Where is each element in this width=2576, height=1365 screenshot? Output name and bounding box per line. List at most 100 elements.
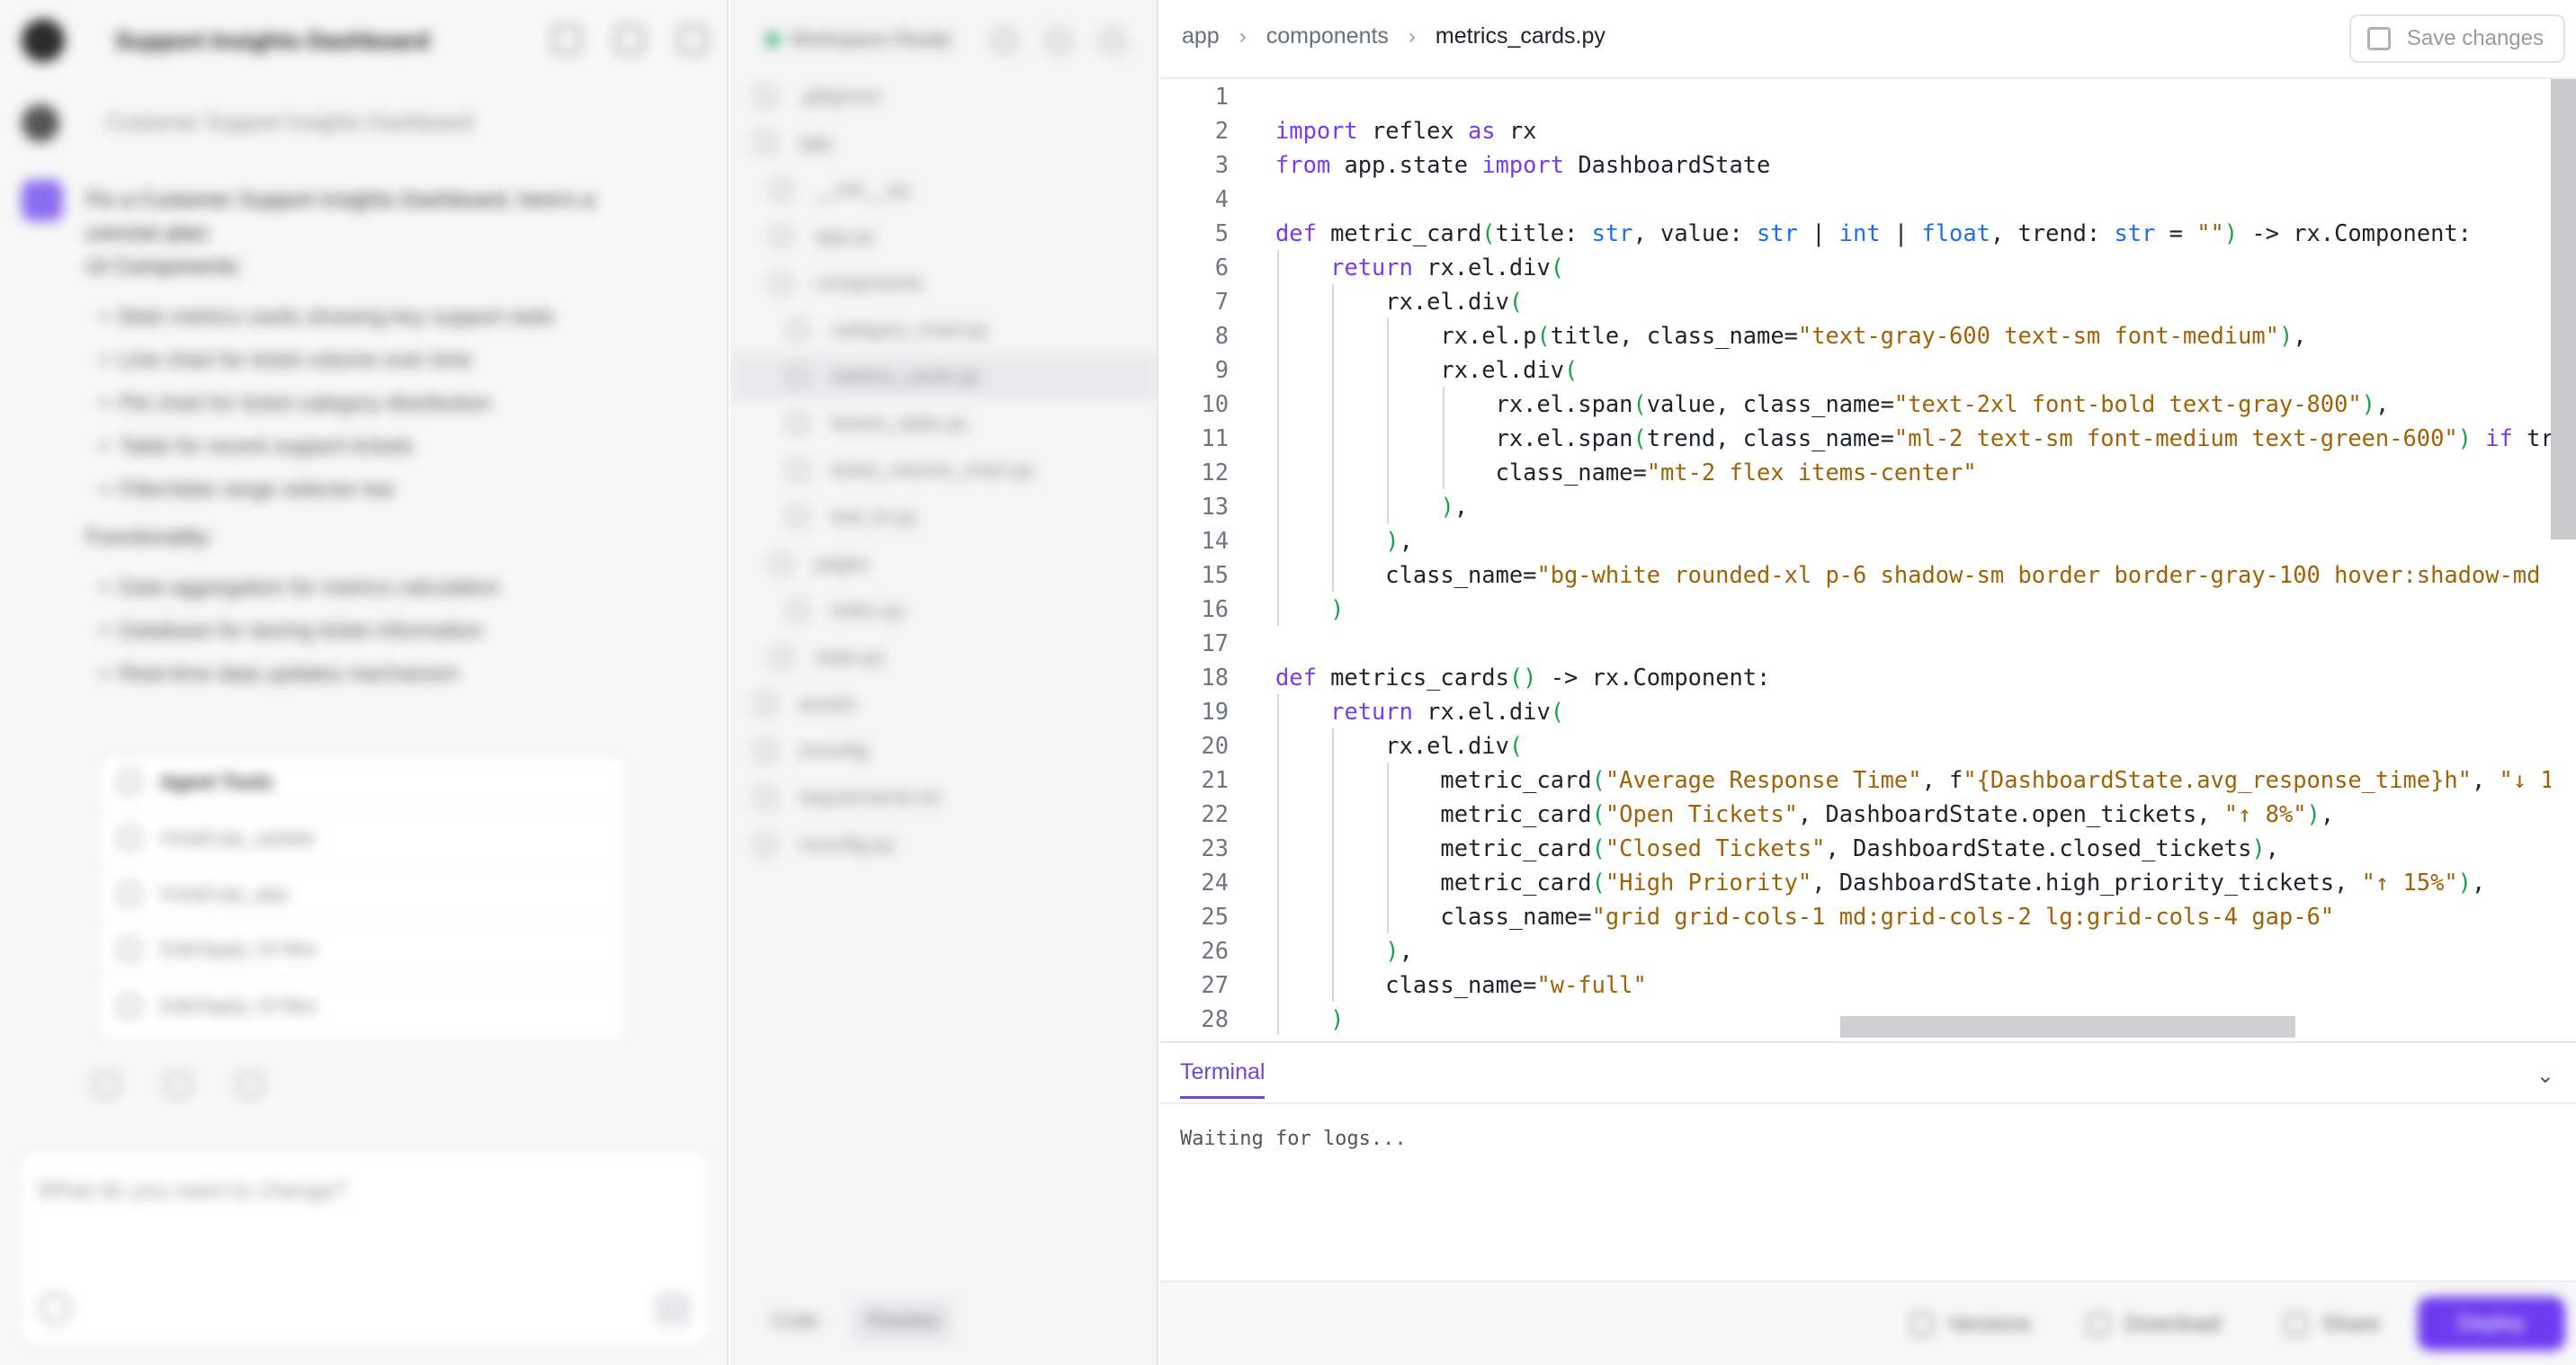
breadcrumb-item[interactable]: app [1182,23,1220,49]
tree-item-label: index.py [831,599,905,621]
tree-item-label: ticket_volume_chart.py [831,459,1033,481]
breadcrumb-current-file: metrics_cards.py [1435,23,1606,49]
settings-icon[interactable] [1101,29,1124,52]
sidebar-toggle-icon[interactable] [678,25,707,54]
assistant-section-functionality: Functionality: [86,525,214,549]
list-item: Filter/date range selector bar [101,468,644,512]
line-number: 8 [1214,322,1229,349]
avatar[interactable] [22,19,65,62]
file-icon [756,788,775,807]
share-icon [2285,1313,2308,1336]
line-number: 15 [1201,561,1229,588]
code-text: rx.el.p(title, class_name="text-gray-600… [1275,322,2307,349]
user-message-text: Customer Support Insights Dashboard [106,111,474,135]
code-text: metric_card("Average Response Time", f"{… [1275,766,2551,793]
thumbs-up-icon[interactable] [94,1072,119,1097]
chat-input-placeholder[interactable]: What do you want to change? [38,1176,347,1204]
tree-item[interactable]: pages [772,541,869,586]
line-number: 9 [1214,356,1229,383]
thumbs-down-icon[interactable] [165,1072,191,1097]
versions-button[interactable]: Versions [1910,1302,2031,1347]
new-file-icon[interactable] [993,29,1016,52]
save-changes-button[interactable]: Save changes [2348,14,2565,63]
tree-item[interactable]: app [756,120,832,165]
tree-item[interactable]: assets [756,682,856,727]
versions-label: Versions [1948,1312,2032,1336]
tool-step[interactable]: Edit/Apply 19 files [99,978,626,1034]
chat-title: Support Insights Dashboard [115,26,430,54]
tree-item[interactable]: tool_fn.py [788,495,917,540]
share-label: Share [2322,1312,2381,1336]
file-icon [772,647,792,667]
tool-step[interactable]: Install pip_update [99,811,626,867]
line-number: 17 [1201,629,1229,656]
vertical-scrollbar[interactable] [2551,79,2576,540]
code-text: import reflex as rx [1275,117,1537,144]
file-icon [772,273,792,293]
message-actions [94,1072,263,1097]
indent-guide [1332,284,1335,592]
tree-item[interactable]: index.py [788,588,905,633]
tree-item[interactable]: rxconfig.py [756,822,894,867]
chat-panel: Support Insights Dashboard Customer Supp… [0,0,729,1365]
tree-item[interactable]: category_chart.py [788,308,988,352]
tree-item[interactable]: rxconfig [756,728,868,773]
indent-guide [1442,387,1445,489]
file-icon [756,834,775,854]
tree-item-label: requirements.txt [799,786,941,808]
breadcrumb-item[interactable]: components [1266,23,1389,49]
code-text: ), [1385,937,1413,964]
tree-item[interactable]: requirements.txt [756,775,941,820]
tree-item[interactable]: components [772,261,923,306]
tree-item-label: pages [815,552,869,575]
file-tree-panel: Workspace Ready .gitignore app __init__.py… [730,0,1158,1365]
history-icon[interactable] [615,25,644,54]
file-icon [772,554,792,574]
line-number: 21 [1201,766,1229,793]
tree-item[interactable]: ticket_volume_chart.py [788,448,1033,493]
file-icon [756,86,775,106]
tree-item[interactable]: .gitignore [756,74,881,119]
deploy-button[interactable]: Deploy [2418,1297,2565,1351]
tree-item[interactable]: __init__.py [772,167,910,212]
tool-step[interactable]: Edit/Apply 19 files [99,923,626,978]
code-editor[interactable]: 1 2 import reflex as rx 3 from app.state imp… [1160,79,2551,1034]
tool-step-label: Edit/Apply 19 files [160,995,318,1017]
refresh-icon[interactable] [1047,29,1070,52]
tree-item[interactable]: tickets_table.py [788,401,968,446]
tree-item-label: rxconfig [799,739,869,762]
file-icon [772,227,792,246]
tab-code[interactable]: Code [757,1300,834,1342]
tab-terminal[interactable]: Terminal [1180,1059,1266,1099]
download-button[interactable]: Download [2087,1302,2221,1347]
attach-icon[interactable] [40,1293,70,1324]
tree-item[interactable]: metrics_cards.py [730,354,1157,399]
code-text: ), [1385,527,1413,554]
line-number: 2 [1214,117,1229,144]
code-text: metric_card("Open Tickets", DashboardSta… [1275,800,2335,827]
share-icon[interactable] [552,25,581,54]
code-text: rx.el.div( [1275,732,1524,759]
line-number: 13 [1201,493,1229,520]
tree-item[interactable]: app.py [772,214,874,259]
line-number: 5 [1214,219,1229,246]
horizontal-scrollbar[interactable] [1840,1016,2295,1038]
share-button[interactable]: Share [2285,1302,2380,1347]
code-text: rx.el.div( [1275,356,1579,383]
user-message: Customer Support Insights Dashboard [22,104,473,142]
tab-preview[interactable]: Preview [853,1300,953,1342]
list-item: Real-time data updates mechanism [101,653,644,696]
line-number: 16 [1201,595,1229,622]
code-text: class_name="mt-2 flex items-center" [1275,459,1977,486]
chevron-down-icon[interactable]: ⌄ [2536,1063,2554,1089]
file-icon [788,507,808,527]
save-changes-label: Save changes [2406,26,2544,50]
send-button[interactable] [655,1291,691,1327]
line-number: 20 [1201,732,1229,759]
copy-icon[interactable] [237,1072,263,1097]
tree-item[interactable]: state.py [772,635,884,680]
chat-input-box[interactable]: What do you want to change? [18,1149,712,1347]
tool-step[interactable]: Install pip_app [99,867,626,923]
tree-item-label: app.py [815,225,875,247]
agent-tools-header[interactable]: Agent Tools [99,755,626,811]
